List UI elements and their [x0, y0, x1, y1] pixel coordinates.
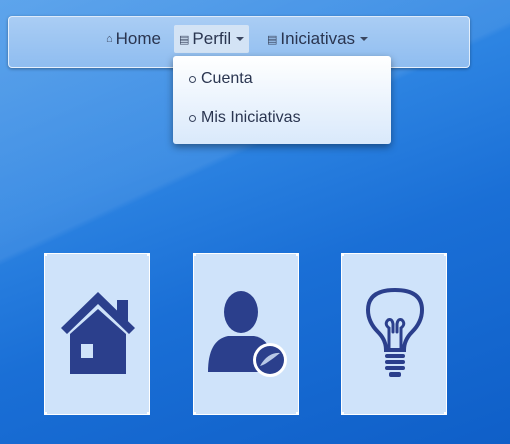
house-icon: [61, 292, 135, 374]
nav-iniciativas-label: Iniciativas: [280, 29, 356, 48]
tile-corner-marker: [193, 412, 196, 415]
menu-item-cuenta[interactable]: Cuenta: [189, 70, 253, 88]
nav-iniciativas[interactable]: ▤ Iniciativas: [267, 25, 369, 53]
menu-item-mis-iniciativas[interactable]: Mis Iniciativas: [189, 109, 301, 127]
tile-corner-marker: [296, 412, 299, 415]
tile-corner-marker: [341, 253, 344, 256]
menu-item-mis-iniciativas-label: Mis Iniciativas: [201, 109, 301, 126]
tile-corner-marker: [147, 412, 150, 415]
tile-corner-marker: [341, 412, 344, 415]
chevron-down-icon: [236, 37, 245, 41]
tile-profile[interactable]: [193, 253, 299, 415]
chevron-down-icon: [360, 37, 369, 41]
profile-card-icon: ▤: [179, 33, 190, 46]
lightbulb-icon: [365, 287, 425, 377]
tile-corner-marker: [44, 253, 47, 256]
nav-perfil-label: Perfil: [192, 29, 232, 48]
tile-corner-marker: [193, 253, 196, 256]
nav-home-label: Home: [115, 29, 162, 48]
bullet-icon: [189, 75, 196, 83]
tile-corner-marker: [44, 412, 47, 415]
nav-home[interactable]: ⌂ Home: [106, 25, 161, 53]
tile-corner-marker: [444, 253, 447, 256]
tile-home[interactable]: [44, 253, 150, 415]
nav-perfil[interactable]: ▤ Perfil: [174, 25, 250, 53]
perfil-dropdown-menu: Cuenta Mis Iniciativas: [173, 56, 391, 144]
tile-corner-marker: [444, 412, 447, 415]
tile-corner-marker: [296, 253, 299, 256]
bullet-icon: [189, 114, 196, 122]
tile-corner-marker: [147, 253, 150, 256]
initiatives-small-icon: ▤: [267, 33, 278, 46]
user-profile-icon: [208, 291, 287, 377]
tile-iniciativas[interactable]: [341, 253, 447, 415]
menu-item-cuenta-label: Cuenta: [201, 70, 253, 87]
home-small-icon: ⌂: [106, 33, 113, 45]
